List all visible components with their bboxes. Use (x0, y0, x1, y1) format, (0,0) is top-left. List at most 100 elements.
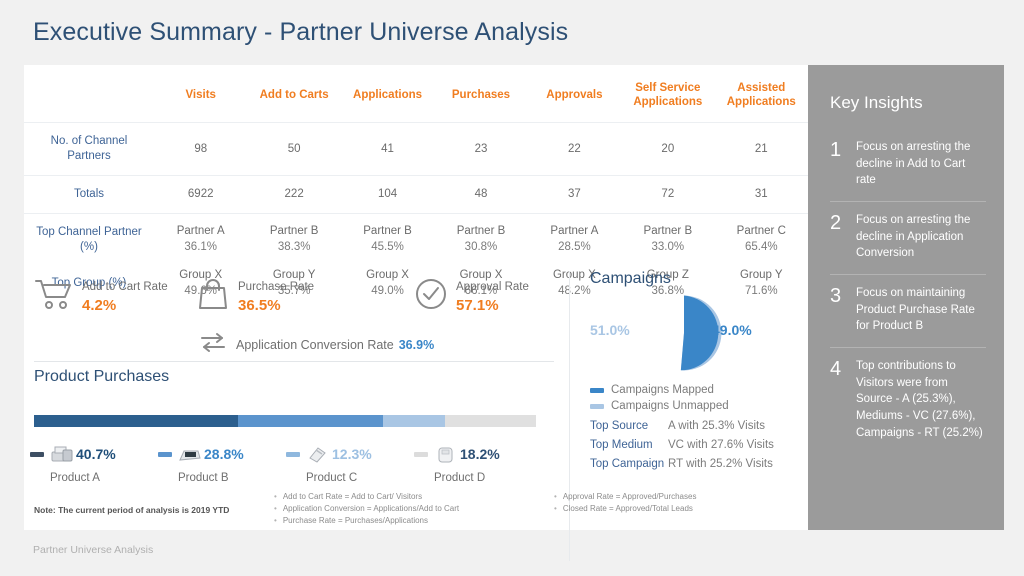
check-circle-icon (414, 277, 448, 316)
shopping-bag-icon (196, 277, 230, 316)
campaigns-panel: Campaigns 51.0% 49.0% Campaigns Mapped C… (590, 270, 805, 477)
product-purchases-title: Product Purchases (34, 368, 170, 385)
cell-value: 31 (714, 174, 808, 214)
insight-item-2: 2 Focus on arresting the decline in Appl… (830, 201, 986, 274)
cell-name: Partner B (456, 224, 506, 237)
key-insights-panel: Key Insights 1 Focus on arresting the de… (808, 65, 1004, 530)
bar-segment-product-b (238, 415, 383, 427)
cell-value: 48 (434, 174, 528, 214)
row-value: RT with 25.2% Visits (668, 458, 773, 470)
pos-device-icon (433, 444, 459, 464)
table-row-channel-partners: No. of Channel Partners 98 50 41 23 22 2… (24, 121, 808, 176)
insight-number: 1 (830, 139, 842, 161)
cell-pct: 33.0% (651, 240, 685, 253)
slide: Executive Summary - Partner Universe Ana… (0, 0, 1024, 576)
table-row-top-channel-partner: Top Channel Partner (%) Partner A 36.1% P… (24, 212, 808, 266)
slide-footer: Partner Universe Analysis (33, 544, 154, 556)
shopping-cart-icon (34, 277, 74, 316)
row-label: Top Channel Partner (%) (24, 212, 154, 266)
legend-swatch-icon (590, 387, 604, 393)
insight-number: 4 (830, 358, 842, 381)
legend-label-product-d: Product D (434, 472, 486, 484)
row-value: VC with 27.6% Visits (668, 439, 774, 451)
cell-value: 23 (434, 121, 528, 176)
column-header-add-to-carts: Add to Carts (259, 89, 329, 102)
metric-value: 57.1% (456, 297, 499, 314)
definition-item: Approval Rate = Approved/Purchases (554, 492, 697, 501)
cell-value: 20 (621, 121, 715, 176)
legend-item-product-b: 28.8% Product B (158, 442, 286, 484)
cell-value: Partner C 65.4% (714, 212, 808, 266)
metric-value: 36.5% (238, 297, 281, 314)
rate-metrics: Add to Cart Rate 4.2% Purchase Rate 36.5… (24, 269, 564, 359)
legend-swatch-icon (414, 451, 428, 457)
legend-item-product-d: 18.2% Product D (414, 442, 542, 484)
insight-item-3: 3 Focus on maintaining Product Purchase … (830, 274, 986, 347)
legend-swatch-icon (30, 451, 44, 457)
cell-name: Partner C (736, 224, 786, 237)
definition-item: Add to Cart Rate = Add to Cart/ Visitors (274, 492, 459, 501)
analysis-note: Note: The current period of analysis is … (34, 505, 230, 515)
metric-value: 36.9% (398, 337, 435, 352)
cell-pct: 45.5% (371, 240, 404, 253)
product-purchases-legend: 40.7% Product A 28.8% Product B 12.3% Pr… (30, 442, 550, 484)
metric-text: Purchase Rate 36.5% (238, 277, 314, 314)
legend-label: Campaigns Mapped (611, 384, 714, 396)
cell-pct: 28.5% (558, 240, 591, 253)
column-header-blank (24, 65, 154, 122)
legend-value-product-b: 28.8% (204, 446, 244, 462)
definition-item: Purchase Rate = Purchases/Applications (274, 516, 459, 525)
cell-value: Partner B 45.5% (340, 212, 435, 266)
metric-add-to-cart-rate: Add to Cart Rate 4.2% (34, 277, 168, 316)
cell-pct: 65.4% (744, 240, 778, 253)
legend-value-product-a: 40.7% (76, 446, 116, 462)
divider-vertical (569, 271, 570, 561)
campaign-row-top-source: Top Source A with 25.3% Visits (590, 420, 805, 432)
insight-text: Focus on arresting the decline in Add to… (856, 141, 971, 187)
definition-item: Application Conversion = Applications/Ad… (274, 504, 459, 513)
legend-value-product-c: 12.3% (332, 446, 372, 462)
cell-name: Partner B (269, 224, 319, 237)
table-header-row: Visits Add to Carts Applications Purchas… (24, 65, 808, 122)
column-header-applications: Applications (353, 89, 423, 102)
legend-item-campaigns-unmapped: Campaigns Unmapped (590, 400, 805, 412)
insight-text: Top contributions to Visitors were from … (856, 360, 983, 439)
cell-value: 37 (527, 174, 622, 214)
campaign-row-top-campaign: Top Campaign RT with 25.2% Visits (590, 458, 805, 470)
cell-value: 104 (340, 174, 435, 214)
metric-purchase-rate: Purchase Rate 36.5% (196, 277, 314, 316)
column-header-assisted-applications: Assisted Applications (726, 82, 796, 109)
metric-label: Approval Rate (456, 281, 529, 293)
definition-item: Closed Rate = Approved/Total Leads (554, 504, 696, 513)
metric-text: Approval Rate 57.1% (456, 277, 529, 314)
bar-segment-product-a (34, 415, 239, 427)
cell-value: Partner A 28.5% (527, 212, 622, 266)
table-row-totals: Totals 6922 222 104 48 37 72 31 (24, 174, 808, 214)
cell-pct: 38.3% (277, 240, 311, 253)
campaigns-title: Campaigns (590, 270, 671, 287)
cell-value: Partner A 36.1% (154, 212, 248, 266)
metric-label: Application Conversion Rate (236, 337, 394, 352)
row-key: Top Source (590, 420, 649, 432)
bar-segment-product-c (382, 415, 445, 427)
cell-value: Partner B 38.3% (247, 212, 341, 266)
metric-text: Add to Cart Rate 4.2% (82, 277, 168, 314)
page-title: Executive Summary - Partner Universe Ana… (33, 18, 569, 46)
legend-item-campaigns-mapped: Campaigns Mapped (590, 384, 805, 396)
metric-approval-rate: Approval Rate 57.1% (414, 277, 529, 316)
cell-name: Partner B (643, 224, 693, 237)
column-header-approvals: Approvals (546, 89, 603, 102)
legend-label-product-b: Product B (178, 472, 229, 484)
bar-segment-product-d (444, 415, 536, 427)
campaigns-legend: Campaigns Mapped Campaigns Unmapped (590, 384, 805, 412)
insight-item-1: 1 Focus on arresting the decline in Add … (830, 129, 986, 201)
pie-label-unmapped: 51.0% (590, 322, 630, 338)
insight-number: 2 (830, 212, 842, 235)
terminal-device-icon (177, 444, 203, 464)
cell-value: 98 (154, 121, 248, 176)
insight-number: 3 (830, 285, 842, 308)
legend-value-product-d: 18.2% (460, 446, 500, 462)
cell-value: Partner B 30.8% (434, 212, 528, 266)
cell-value: 72 (621, 174, 715, 214)
row-label: Totals (24, 174, 154, 214)
